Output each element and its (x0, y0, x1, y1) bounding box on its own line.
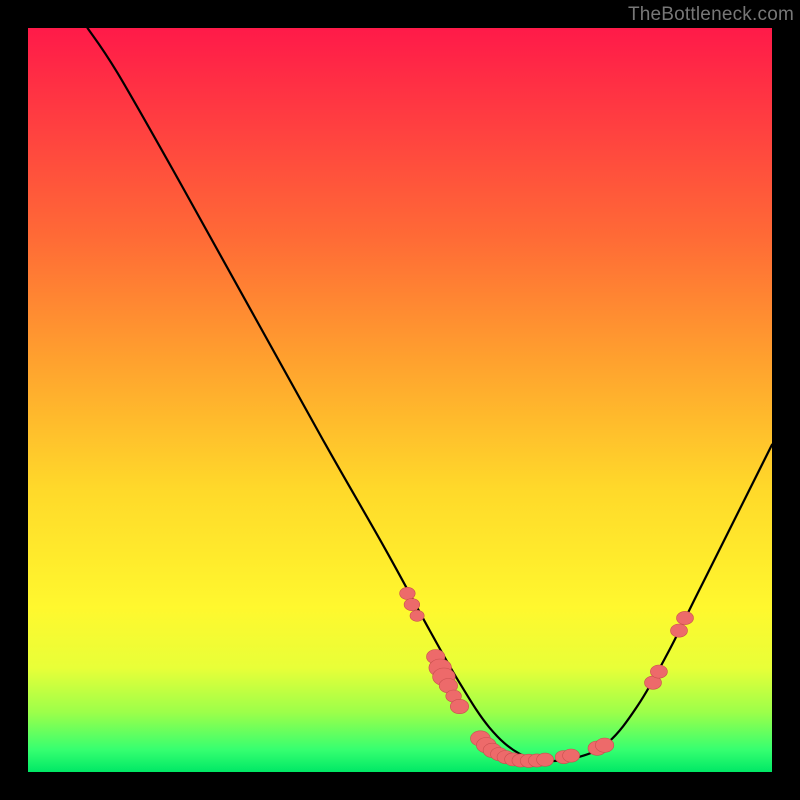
chart-data-dot (400, 587, 416, 599)
chart-data-dot (404, 599, 420, 611)
chart-data-dot (537, 753, 554, 766)
chart-data-dot (677, 611, 694, 624)
chart-dots-group (400, 587, 694, 767)
watermark-text: TheBottleneck.com (628, 4, 794, 26)
chart-data-dot (450, 699, 468, 713)
chart-svg (28, 28, 772, 772)
chart-data-dot (650, 665, 667, 678)
chart-data-dot (671, 624, 688, 637)
chart-data-dot (563, 749, 580, 762)
chart-plot-area (28, 28, 772, 772)
chart-data-dot (595, 738, 613, 752)
chart-data-dot (410, 610, 424, 621)
